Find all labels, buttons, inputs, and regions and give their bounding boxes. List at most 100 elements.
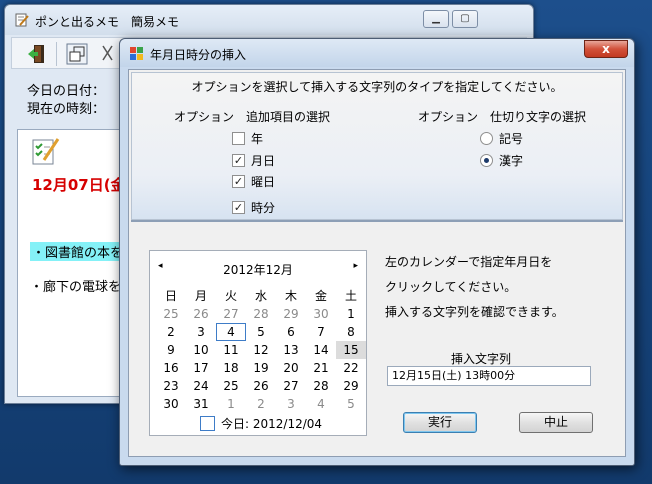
calendar-week-row: 9 10 11 12 13 14 15: [156, 341, 368, 359]
radio-symbol[interactable]: 記号: [480, 130, 523, 146]
check-mark-icon[interactable]: ✓: [232, 200, 245, 214]
checkbox-weekday[interactable]: ✓ 曜日: [232, 173, 275, 189]
weekday-header: 土: [344, 289, 357, 303]
weekday-header: 月: [194, 289, 207, 303]
calendar-day[interactable]: 5: [336, 395, 366, 413]
calendar-day[interactable]: 26: [246, 377, 276, 395]
help-line: 左のカレンダーで指定年月日を: [385, 255, 553, 269]
memo-line: ・図書館の本を: [30, 242, 126, 261]
radio-kanji[interactable]: 漢字: [480, 152, 523, 168]
calendar-week-row: 2345678: [156, 323, 368, 341]
separator-label: オプション 仕切り文字の選択: [418, 110, 587, 124]
radio-circle[interactable]: [480, 131, 493, 145]
checkbox-month-day[interactable]: ✓ 月日: [232, 152, 275, 168]
calendar-day[interactable]: 25: [216, 377, 246, 395]
instruction-text: オプションを選択して挿入する文字列のタイプを指定してください。: [191, 80, 563, 94]
calendar-day[interactable]: 1: [216, 395, 246, 413]
calendar-day[interactable]: 1: [336, 305, 366, 323]
calendar-day[interactable]: 2: [156, 323, 186, 341]
cancel-button[interactable]: 中止: [519, 412, 593, 433]
calendar-day[interactable]: 23: [156, 377, 186, 395]
check-mark-icon[interactable]: ✓: [232, 174, 245, 188]
calendar-day[interactable]: 30: [306, 305, 336, 323]
calendar-today-link[interactable]: 今日: 2012/12/04: [200, 415, 322, 431]
insert-string-label: 挿入文字列: [451, 352, 512, 366]
calendar-day[interactable]: 17: [186, 359, 216, 377]
calendar-day[interactable]: 14: [306, 341, 336, 359]
calendar-week-row: 30 31 1 2 3 4 5: [156, 395, 368, 413]
calendar-day[interactable]: 26: [186, 305, 216, 323]
insert-string-field[interactable]: 12月15日(土) 13時00分: [387, 366, 591, 386]
memo-checklist-icon: [32, 138, 60, 165]
execute-button[interactable]: 実行: [403, 412, 477, 433]
exit-door-icon[interactable]: [26, 43, 48, 65]
calendar-day[interactable]: 21: [306, 359, 336, 377]
weekday-header: 水: [254, 289, 267, 303]
calendar-day[interactable]: 19: [246, 359, 276, 377]
calendar-day[interactable]: 2: [246, 395, 276, 413]
calendar-day[interactable]: 6: [276, 323, 306, 341]
calendar-day[interactable]: 24: [186, 377, 216, 395]
calendar-day[interactable]: 31: [186, 395, 216, 413]
calendar-day[interactable]: 7: [306, 323, 336, 341]
calendar-day[interactable]: 28: [246, 305, 276, 323]
calendar-day[interactable]: 9: [156, 341, 186, 359]
calendar-day[interactable]: 22: [336, 359, 366, 377]
calendar-day[interactable]: 12: [246, 341, 276, 359]
dialog-title: 年月日時分の挿入: [150, 48, 247, 62]
radio-label: 漢字: [499, 153, 524, 168]
checkbox-label: 月日: [251, 153, 276, 168]
options-panel: オプションを選択して挿入する文字列のタイプを指定してください。 オプション 追加…: [131, 72, 623, 220]
checkbox-label: 年: [251, 131, 264, 146]
month-calendar[interactable]: ◂ 2012年12月 ▸ 日月火水木金土 25 26 27 28 29 30 1 2 3 4 5 6 7 8…: [149, 250, 367, 436]
calendar-day[interactable]: 29: [336, 377, 366, 395]
weekday-header: 日: [164, 289, 177, 303]
calendar-grid: 日月火水木金土 25 26 27 28 29 30 1 2 3 4 5 6 7 8 9 10 11 12 13 14 15…: [156, 287, 368, 413]
options-label: オプション 追加項目の選択: [174, 110, 331, 124]
calendar-day[interactable]: 27: [216, 305, 246, 323]
memo-line: ・廊下の電球を: [30, 280, 122, 295]
dialog-body: オプションを選択して挿入する文字列のタイプを指定してください。 オプション 追加…: [128, 69, 626, 457]
toolbar-separator: [56, 42, 57, 66]
calendar-day[interactable]: 4: [306, 395, 336, 413]
close-button[interactable]: x: [584, 40, 628, 58]
today-date-label: 今日の日付：: [27, 84, 106, 99]
maximize-button[interactable]: ▢: [452, 10, 478, 28]
calendar-day[interactable]: 18: [216, 359, 246, 377]
calendar-day[interactable]: 30: [156, 395, 186, 413]
checkbox-box[interactable]: [232, 131, 245, 145]
current-time-label: 現在の時刻：: [27, 102, 106, 117]
calendar-day[interactable]: 8: [336, 323, 366, 341]
calendar-day[interactable]: 3: [186, 323, 216, 341]
divider: [131, 220, 623, 222]
notepad-icon: [15, 13, 29, 27]
today-marker-icon: [200, 415, 215, 431]
calendar-day[interactable]: 16: [156, 359, 186, 377]
scissors-icon[interactable]: [98, 43, 120, 65]
memo-date-text: 12月07日(金: [32, 176, 126, 194]
next-month-button[interactable]: ▸: [353, 261, 358, 271]
restore-window-icon[interactable]: [66, 43, 88, 65]
help-line: 挿入する文字列を確認できます。: [385, 305, 564, 319]
checkbox-hour-minute[interactable]: ✓ 時分: [232, 199, 275, 215]
calendar-day[interactable]: 29: [276, 305, 306, 323]
radio-circle[interactable]: [480, 153, 493, 167]
dialog-titlebar[interactable]: 年月日時分の挿入 x: [120, 39, 634, 67]
calendar-month-label[interactable]: 2012年12月: [150, 261, 366, 277]
check-mark-icon[interactable]: ✓: [232, 153, 245, 167]
memo-window-titlebar[interactable]: ポンと出るメモ 簡易メモ ▁ ▢: [5, 5, 533, 35]
calendar-day[interactable]: 4: [216, 323, 246, 341]
calendar-day[interactable]: 5: [246, 323, 276, 341]
checkbox-year[interactable]: 年: [232, 130, 263, 146]
calendar-day[interactable]: 10: [186, 341, 216, 359]
calendar-day[interactable]: 3: [276, 395, 306, 413]
calendar-day[interactable]: 27: [276, 377, 306, 395]
memo-info: 今日の日付： 現在の時刻：: [27, 83, 105, 119]
calendar-day[interactable]: 20: [276, 359, 306, 377]
calendar-day[interactable]: 13: [276, 341, 306, 359]
calendar-day[interactable]: 25: [156, 305, 186, 323]
calendar-day[interactable]: 28: [306, 377, 336, 395]
calendar-day[interactable]: 11: [216, 341, 246, 359]
minimize-button[interactable]: ▁: [423, 10, 449, 28]
calendar-day[interactable]: 15: [336, 341, 366, 359]
